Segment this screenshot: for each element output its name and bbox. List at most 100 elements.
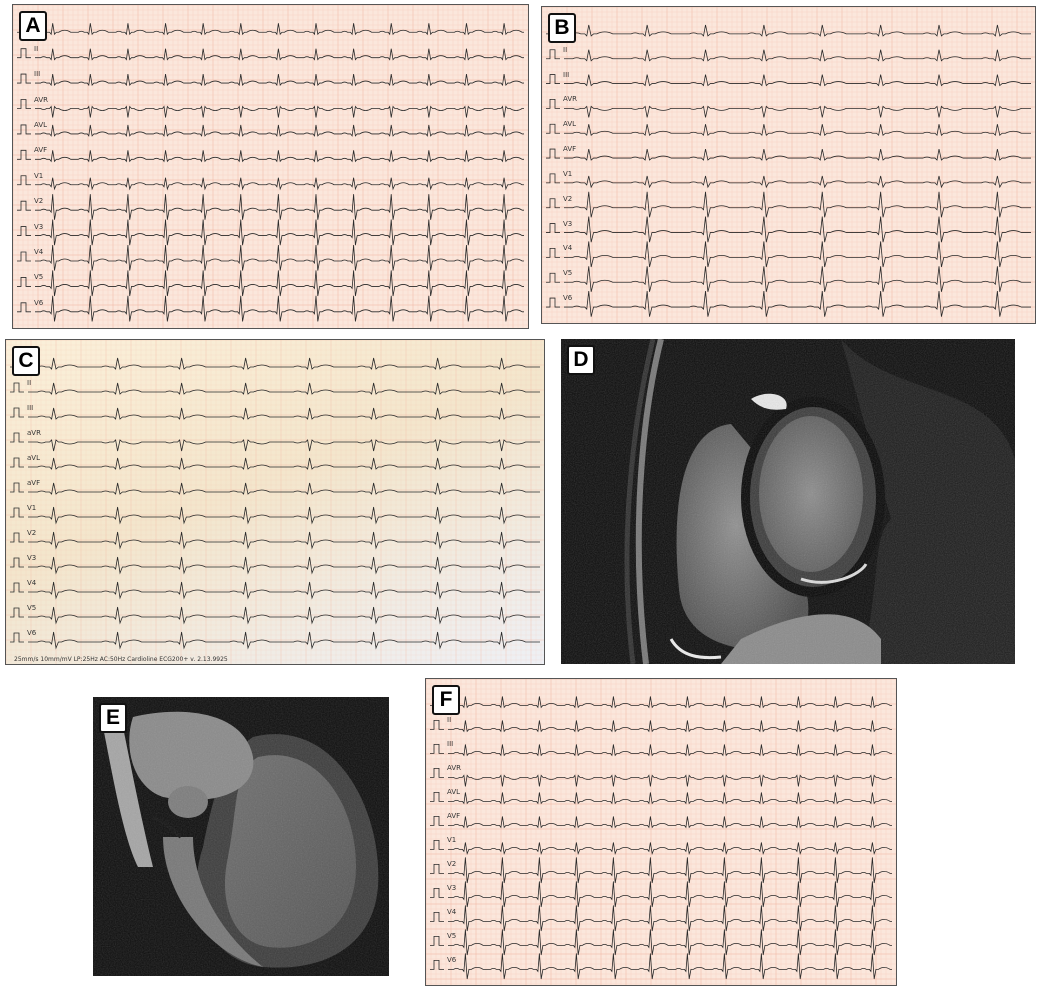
- calibration-pulse: [17, 302, 31, 313]
- lead-label: aVF: [27, 479, 41, 487]
- calibration-pulse: [430, 840, 444, 850]
- lead-label: V3: [34, 222, 44, 231]
- ecg-panel-c: C 25mm/s 10mm/mV LP:25Hz AC:50Hz Cardiol…: [5, 339, 545, 665]
- lead-label: V4: [27, 579, 37, 587]
- ecg-lead-trace: [564, 74, 1031, 87]
- calibration-pulse: [546, 297, 560, 308]
- lead-label: III: [447, 740, 454, 749]
- ecg-trace-b: [542, 7, 1035, 323]
- lead-label: V4: [34, 248, 44, 256]
- lead-label: II: [563, 45, 568, 54]
- ecg-lead-trace: [35, 244, 524, 271]
- calibration-pulse: [10, 632, 24, 643]
- lead-label: V2: [34, 197, 44, 206]
- lead-label: AVL: [447, 788, 461, 797]
- lead-label: V4: [563, 244, 573, 253]
- lead-label: V4: [447, 908, 457, 917]
- lead-label: V1: [447, 836, 457, 845]
- ecg-footer-text: 25mm/s 10mm/mV LP:25Hz AC:50Hz Cardiolin…: [14, 656, 228, 663]
- lead-label: V6: [447, 956, 457, 965]
- calibration-pulse: [10, 457, 24, 468]
- ecg-lead-trace: [35, 124, 524, 137]
- ecg-grid: [6, 340, 544, 664]
- panel-label-a: A: [19, 11, 47, 41]
- calibration-pulse: [430, 960, 444, 970]
- lead-label: V3: [563, 219, 573, 228]
- calibration-pulse: [17, 200, 31, 211]
- ecg-lead-trace: [448, 774, 892, 787]
- lead-label: aVL: [27, 454, 40, 462]
- calibration-pulse: [10, 482, 24, 493]
- lead-label: II: [447, 716, 452, 725]
- ecg-lead-trace: [35, 105, 524, 118]
- lead-label: II: [34, 44, 39, 53]
- ecg-lead-trace: [448, 929, 892, 956]
- ecg-lead-trace: [28, 457, 540, 470]
- lead-label: V5: [27, 604, 37, 612]
- lead-label: V1: [34, 171, 44, 180]
- ecg-lead-trace: [564, 291, 1031, 317]
- calibration-pulse: [430, 768, 444, 778]
- ecg-lead-trace: [564, 191, 1031, 218]
- lead-label: V5: [447, 932, 457, 941]
- calibration-pulse: [430, 888, 444, 898]
- ecg-lead-trace: [35, 194, 524, 220]
- mri-panel-e: E: [93, 697, 389, 976]
- lead-label: V5: [563, 269, 573, 278]
- lead-label: AVF: [563, 145, 577, 154]
- ecg-lead-trace: [448, 953, 892, 980]
- ecg-lead-trace: [564, 49, 1031, 62]
- lead-label: AVL: [563, 120, 577, 129]
- calibration-pulse: [430, 720, 444, 730]
- panel-label-c: C: [12, 346, 40, 376]
- calibration-pulse: [546, 173, 560, 184]
- lead-label: V3: [27, 554, 37, 562]
- calibration-pulse: [546, 272, 560, 283]
- calibration-pulse: [10, 607, 24, 618]
- calibration-pulse: [546, 223, 560, 233]
- lead-label: V1: [27, 504, 37, 512]
- mri-long-axis-image: [93, 697, 389, 976]
- ecg-lead-trace: [28, 439, 540, 452]
- ecg-lead-trace: [564, 241, 1031, 268]
- calibration-pulse: [10, 532, 24, 543]
- ecg-grid: [13, 5, 528, 328]
- ecg-lead-trace: [564, 175, 1031, 189]
- lead-label: V1: [563, 169, 573, 178]
- ecg-lead-trace: [35, 219, 524, 246]
- ecg-trace-a: [13, 5, 528, 328]
- lead-label: V6: [34, 298, 44, 307]
- ecg-trace-c: [6, 340, 544, 664]
- panel-label-e: E: [99, 703, 127, 733]
- panel-label-d: D: [567, 345, 595, 375]
- calibration-pulse: [546, 49, 560, 60]
- ecg-lead-trace: [28, 357, 540, 370]
- ecg-lead-trace: [564, 266, 1031, 292]
- calibration-pulse: [546, 248, 560, 258]
- ecg-lead-trace: [35, 295, 524, 322]
- ecg-lead-trace: [448, 696, 892, 709]
- panel-label-b: B: [548, 13, 576, 43]
- ecg-lead-trace: [28, 407, 540, 420]
- ecg-lead-trace: [35, 48, 524, 61]
- calibration-pulse: [10, 432, 24, 443]
- mri-short-axis-image: [561, 339, 1015, 664]
- ecg-lead-trace: [448, 816, 892, 829]
- lead-label: AVR: [563, 95, 577, 104]
- lead-label: V6: [563, 294, 573, 303]
- calibration-pulse: [10, 382, 24, 393]
- lead-label: AVF: [34, 146, 48, 155]
- lead-label: III: [563, 70, 570, 79]
- calibration-pulse: [17, 251, 31, 262]
- ecg-lead-trace: [448, 720, 892, 733]
- lead-label: AVR: [34, 95, 48, 104]
- lead-label: V2: [563, 194, 573, 203]
- ecg-trace-f: [426, 679, 896, 985]
- ecg-panel-a: A IIIIIIAVRAVLAVFV1V2V3V4V5V6: [12, 4, 529, 329]
- ecg-lead-trace: [448, 905, 892, 932]
- calibration-pulse: [430, 912, 444, 922]
- lead-label: AVR: [447, 764, 461, 773]
- calibration-pulse: [17, 226, 31, 236]
- calibration-pulse: [17, 99, 31, 109]
- lead-label: V2: [27, 529, 37, 537]
